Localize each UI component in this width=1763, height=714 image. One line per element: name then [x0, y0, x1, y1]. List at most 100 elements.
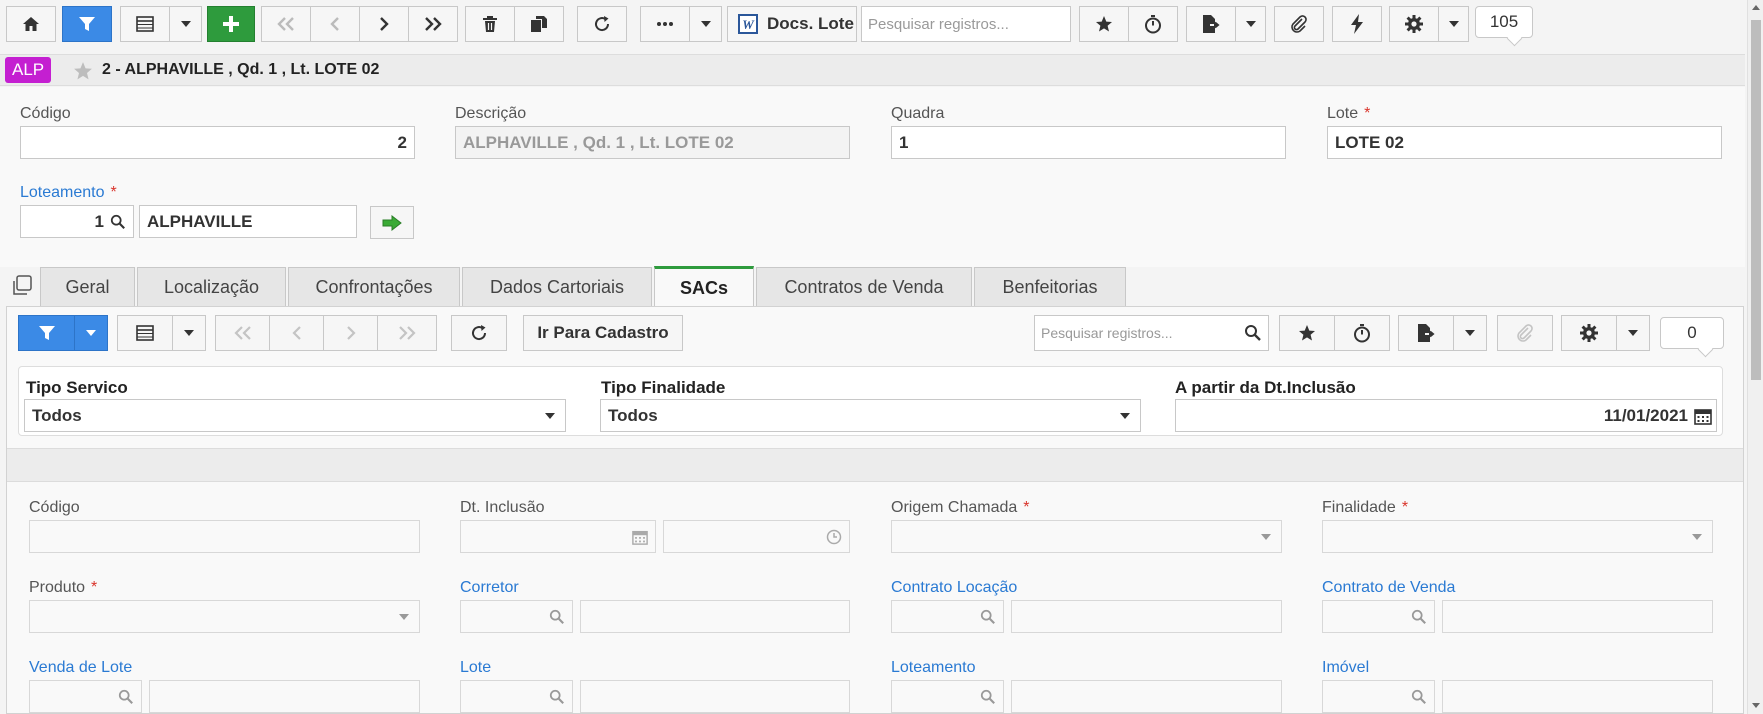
loteamento-label-text[interactable]: Loteamento — [20, 184, 105, 201]
export-button[interactable] — [1186, 6, 1236, 42]
tipo-finalidade-select[interactable]: Todos — [600, 399, 1141, 432]
sac-refresh-button[interactable] — [451, 315, 507, 351]
quick-actions-button[interactable] — [1332, 6, 1382, 42]
home-button[interactable] — [6, 6, 56, 42]
go-to-loteamento-button[interactable] — [370, 206, 414, 239]
sac-previous-button[interactable] — [269, 315, 324, 351]
sac-timer-button[interactable] — [1334, 315, 1390, 351]
codigo-field[interactable]: 2 — [20, 126, 415, 159]
add-button[interactable] — [207, 6, 255, 42]
sac-corretor-label[interactable]: Corretor — [460, 579, 519, 597]
tab-geral[interactable]: Geral — [40, 267, 135, 306]
chevron-right-icon — [380, 17, 389, 31]
more-actions-dropdown[interactable] — [689, 6, 722, 42]
scroll-down-arrow[interactable] — [1752, 703, 1760, 708]
tab-sacs[interactable]: SACs — [654, 266, 754, 307]
sac-contrato-locacao-label[interactable]: Contrato Locação — [891, 579, 1017, 597]
sac-lote-label[interactable]: Lote — [460, 659, 491, 677]
calendar-icon[interactable] — [1694, 407, 1712, 425]
settings-button[interactable] — [1389, 6, 1439, 42]
ir-para-cadastro-button[interactable]: Ir Para Cadastro — [523, 315, 683, 351]
gear-icon — [1405, 15, 1423, 33]
more-actions-button[interactable] — [640, 6, 690, 42]
sac-settings-button[interactable] — [1561, 315, 1617, 351]
sac-loteamento-name — [1011, 680, 1282, 713]
page-scrollbar[interactable] — [1747, 0, 1763, 714]
grid-view-button[interactable] — [120, 6, 170, 42]
docs-lote-button[interactable]: W Docs. Lote — [727, 6, 857, 42]
timer-button[interactable] — [1128, 6, 1178, 42]
sac-imovel-label[interactable]: Imóvel — [1322, 659, 1369, 677]
tipo-servico-value: Todos — [32, 405, 82, 425]
sac-filter-dropdown[interactable] — [74, 315, 108, 351]
sac-first-button[interactable] — [215, 315, 270, 351]
record-counter: 105 — [1475, 6, 1533, 38]
search-icon — [549, 609, 564, 624]
favorite-button[interactable] — [1079, 6, 1129, 42]
required-marker: * — [91, 579, 98, 596]
sac-export-dropdown[interactable] — [1453, 315, 1487, 351]
copy-icon — [531, 16, 547, 32]
clock-icon — [826, 529, 842, 544]
tipo-servico-select[interactable]: Todos — [24, 399, 566, 432]
gear-icon — [1580, 324, 1598, 342]
loteamento-code-field[interactable]: 1 — [20, 205, 134, 238]
next-record-button[interactable] — [359, 6, 409, 42]
star-outline-icon[interactable] — [73, 61, 93, 81]
tab-contratos-de-venda[interactable]: Contratos de Venda — [756, 267, 972, 306]
search-icon[interactable] — [1244, 324, 1262, 342]
sac-export-button[interactable] — [1398, 315, 1454, 351]
sac-settings-dropdown[interactable] — [1616, 315, 1650, 351]
sac-record-search — [1034, 315, 1269, 351]
sac-venda-lote-label[interactable]: Venda de Lote — [29, 659, 132, 677]
last-record-button[interactable] — [408, 6, 458, 42]
dt-inclusao-filter-field[interactable]: 11/01/2021 — [1175, 399, 1717, 432]
sac-origem-chamada-label: Origem Chamada * — [891, 499, 1030, 517]
search-icon — [549, 689, 564, 704]
sac-venda-lote-code — [29, 680, 142, 713]
sac-filter-button[interactable] — [18, 315, 75, 351]
chevron-left-icon — [291, 326, 301, 340]
quadra-field[interactable]: 1 — [891, 126, 1286, 159]
double-chevron-right-icon — [425, 17, 442, 31]
filter-icon — [38, 326, 55, 340]
grid-view-dropdown[interactable] — [169, 6, 202, 42]
sac-favorite-button[interactable] — [1279, 315, 1335, 351]
search-input[interactable] — [862, 15, 1067, 33]
sac-finalidade-label-text: Finalidade — [1322, 499, 1396, 516]
tab-confrontacoes[interactable]: Confrontações — [288, 267, 460, 306]
lote-field[interactable]: LOTE 02 — [1327, 126, 1722, 159]
tab-windows-icon[interactable] — [11, 275, 33, 297]
previous-record-button[interactable] — [310, 6, 360, 42]
sac-loteamento-label[interactable]: Loteamento — [891, 659, 976, 677]
refresh-button[interactable] — [577, 6, 627, 42]
loteamento-label[interactable]: Loteamento * — [20, 184, 117, 202]
sac-record-counter: 0 — [1660, 317, 1724, 349]
sac-corretor-code — [460, 600, 573, 633]
sac-grid-view-dropdown[interactable] — [172, 315, 206, 351]
sac-contrato-venda-label[interactable]: Contrato de Venda — [1322, 579, 1455, 597]
chevron-down-icon — [180, 21, 191, 27]
sac-next-button[interactable] — [323, 315, 378, 351]
ellipsis-icon — [657, 22, 673, 26]
tab-localizacao[interactable]: Localização — [137, 267, 286, 306]
sac-search-input[interactable] — [1035, 325, 1244, 341]
sac-last-button[interactable] — [377, 315, 437, 351]
loteamento-name-field[interactable]: ALPHAVILLE — [139, 205, 357, 238]
tab-dados-cartoriais[interactable]: Dados Cartoriais — [462, 267, 652, 306]
scroll-up-arrow[interactable] — [1752, 5, 1760, 10]
search-icon[interactable] — [110, 214, 126, 230]
sac-attachments-button[interactable] — [1497, 315, 1553, 351]
scrollbar-thumb[interactable] — [1751, 20, 1761, 380]
sac-grid-view-button[interactable] — [117, 315, 173, 351]
copy-button[interactable] — [514, 6, 564, 42]
first-record-button[interactable] — [261, 6, 311, 42]
export-dropdown[interactable] — [1235, 6, 1266, 42]
star-icon — [1096, 16, 1112, 32]
tab-benfeitorias[interactable]: Benfeitorias — [974, 267, 1126, 306]
filter-button[interactable] — [62, 6, 112, 42]
delete-button[interactable] — [465, 6, 515, 42]
record-badge: ALP — [5, 57, 52, 83]
attachments-button[interactable] — [1274, 6, 1324, 42]
settings-dropdown[interactable] — [1438, 6, 1469, 42]
